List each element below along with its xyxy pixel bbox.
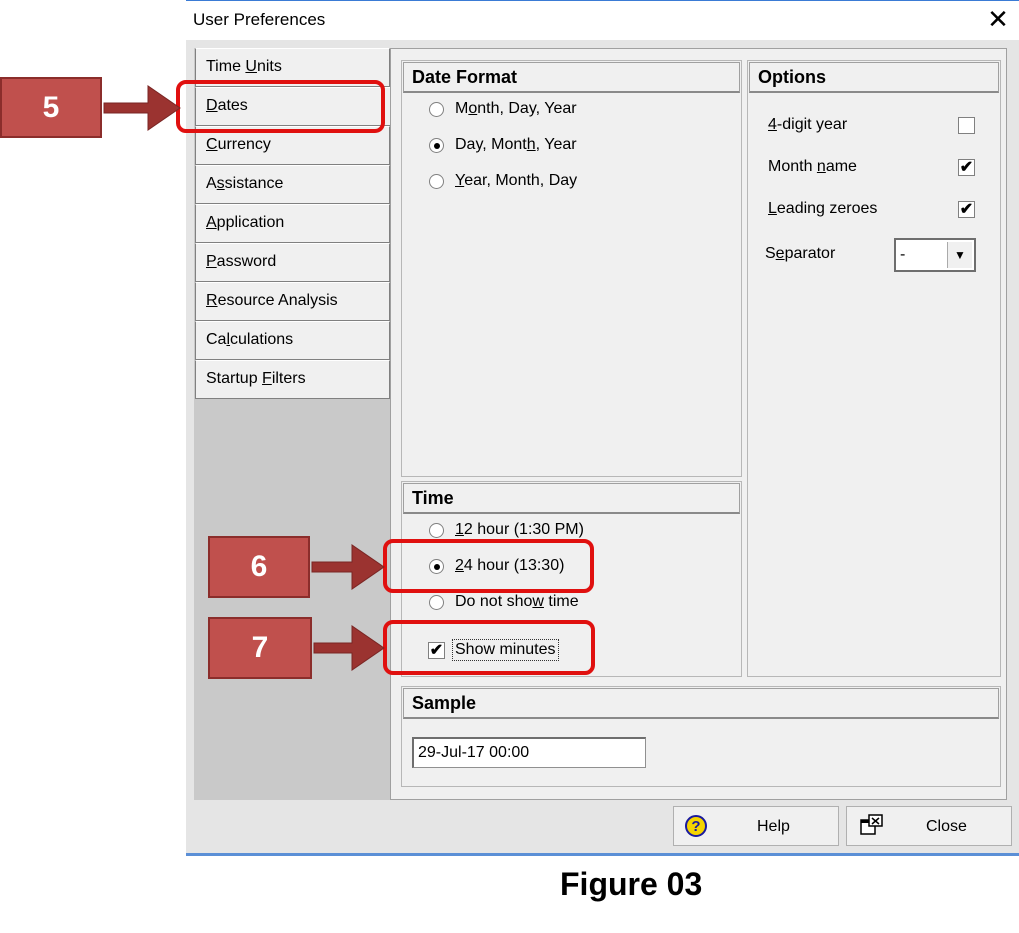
label-text: Month [768,158,817,175]
radio-year-month-day[interactable] [429,174,444,189]
tab-resource-analysis[interactable]: Resource Analysis [195,282,390,321]
help-icon: ? [685,815,707,837]
tab-label: A [206,175,217,192]
label-text: 2 hour (1:30 PM) [463,521,584,538]
label-accel: h [526,136,536,153]
sample-heading: Sample [403,688,999,719]
label-text: M [455,100,469,117]
label-accel: L [768,200,777,217]
date-format-heading: Date Format [403,62,740,93]
label-accel: Y [455,172,465,189]
tab-label: nits [256,58,282,75]
radio-label: Year, Month, Day [455,172,577,190]
tab-label: culations [230,331,294,348]
tab-startup-filters[interactable]: Startup Filters [195,360,390,399]
tab-label: Startup [206,370,263,387]
label-text: parator [784,245,836,262]
radio-day-month-year[interactable] [429,138,444,153]
tab-label: Time [206,58,246,75]
label-text: ear, Month, Day [464,172,578,189]
tab-label-accel: s [216,175,225,192]
radio-month-day-year[interactable] [429,102,444,117]
tab-label: urrency [217,136,271,153]
arrow-icon [311,544,385,590]
four-digit-year-label: 4-digit year [768,116,847,134]
label-text: time [543,593,579,610]
label-text: S [765,245,776,262]
label-accel: w [532,593,544,610]
leading-zeroes-checkbox[interactable]: ✔ [958,201,975,218]
tab-assistance[interactable]: Assistance [195,165,390,204]
label-accel: 4 [768,116,777,133]
arrow-icon [313,625,385,671]
label-accel: 1 [455,521,464,538]
label-text: Do not sho [455,593,533,610]
tab-label: ilters [271,370,306,387]
options-group [747,60,1001,677]
callout-6: 6 [208,536,310,598]
label-text: , Year [535,136,577,153]
tab-label-accel: R [206,292,218,309]
label-text: -digit year [776,116,848,133]
label-text: nth, Day, Year [477,100,577,117]
tab-label: sistance [224,175,284,192]
label-accel: o [468,100,478,117]
highlight-dates-tab [176,80,385,133]
close-button[interactable]: Close [846,806,1012,846]
help-button-label: Help [757,818,790,835]
sample-field: 29-Jul-17 00:00 [412,737,646,768]
options-heading: Options [749,62,999,93]
label-text: eading zeroes [776,200,878,217]
month-name-label: Month name [768,158,857,176]
figure-caption: Figure 03 [560,866,703,902]
date-format-group [401,60,742,477]
label-text: ame [825,158,857,175]
separator-label: Separator [765,245,835,263]
tab-label: esource Analysis [217,292,338,309]
label-accel: e [775,245,785,262]
tab-password[interactable]: Password [195,243,390,282]
radio-do-not-show-time[interactable] [429,595,444,610]
help-button[interactable]: ? Help [673,806,839,846]
highlight-show-minutes [383,620,595,675]
label-accel: n [816,158,826,175]
callout-7: 7 [208,617,312,679]
four-digit-year-checkbox[interactable] [958,117,975,134]
chevron-down-icon[interactable]: ▼ [947,242,972,268]
leading-zeroes-label: Leading zeroes [768,200,877,218]
label-text: Day, Mont [455,136,527,153]
highlight-24-hour [383,539,594,593]
radio-12-hour[interactable] [429,523,444,538]
window-title: User Preferences [193,10,326,29]
radio-label: Do not show time [455,593,579,611]
tab-label: pplication [216,214,285,231]
window-bottom-border [186,853,1019,856]
callout-5: 5 [0,77,102,138]
tab-label-accel: F [262,370,272,387]
tab-application[interactable]: Application [195,204,390,243]
tab-label-accel: U [245,58,257,75]
close-button-label: Close [926,818,967,835]
close-window-icon [860,814,883,835]
arrow-icon [103,85,181,131]
separator-select[interactable]: - ▼ [894,238,976,272]
tab-label-accel: P [206,253,217,270]
tab-label: Ca [206,331,227,348]
tab-label-accel: A [206,214,217,231]
time-heading: Time [403,483,740,514]
close-window-icon[interactable]: ✕ [984,4,1012,34]
tab-label: assword [216,253,277,270]
tab-calculations[interactable]: Calculations [195,321,390,360]
radio-label: Month, Day, Year [455,100,577,118]
tab-label-accel: C [206,136,218,153]
separator-value: - [900,246,906,263]
month-name-checkbox[interactable]: ✔ [958,159,975,176]
radio-label: 12 hour (1:30 PM) [455,521,584,539]
radio-label: Day, Month, Year [455,136,577,154]
